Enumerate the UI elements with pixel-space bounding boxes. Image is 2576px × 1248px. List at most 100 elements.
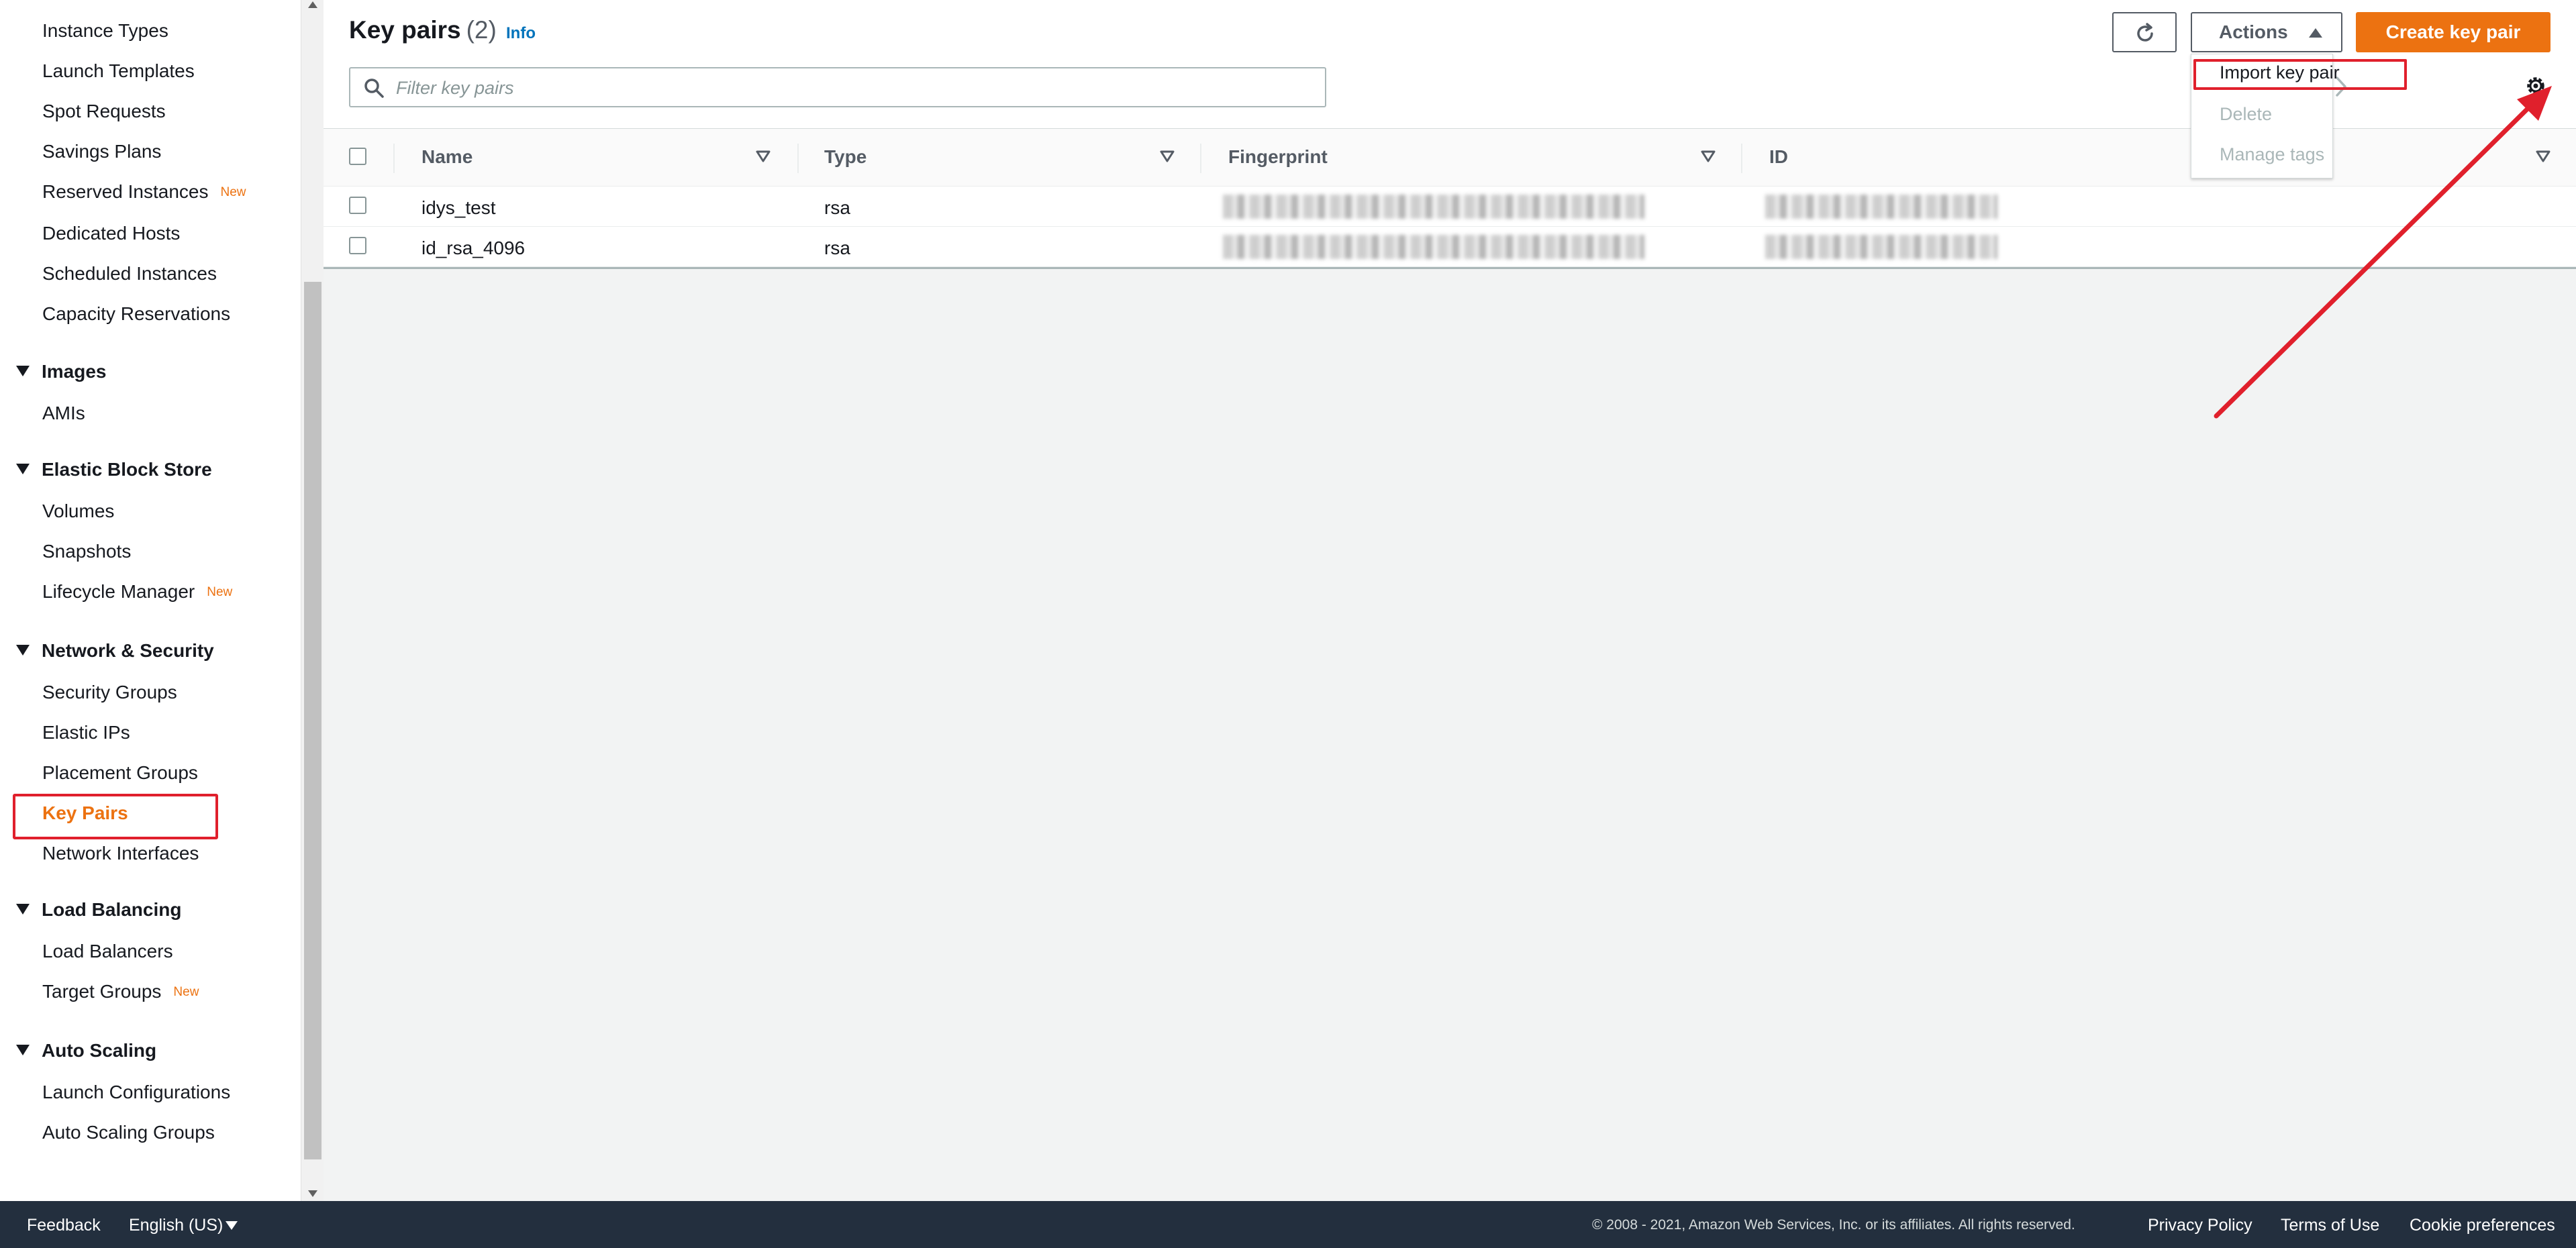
sidebar-item-elastic-ips[interactable]: Elastic IPs <box>42 722 130 743</box>
annotation-arrow-icon <box>2214 86 2552 419</box>
page-title-text: Key pairs <box>349 16 461 44</box>
sidebar-item-label: Snapshots <box>42 541 132 562</box>
sidebar-item-instance-types[interactable]: Instance Types <box>42 20 168 42</box>
column-header-name[interactable]: Name <box>422 146 473 168</box>
sidebar-item-label: Placement Groups <box>42 762 198 783</box>
column-divider[interactable] <box>1741 144 1742 173</box>
row-checkbox[interactable] <box>349 197 366 214</box>
sidebar-item-amis[interactable]: AMIs <box>42 403 85 424</box>
section-title: Auto Scaling <box>42 1040 157 1061</box>
sidebar-item-dedicated-hosts[interactable]: Dedicated Hosts <box>42 223 180 244</box>
sidebar-nav: Instance Types Launch Templates Spot Req… <box>0 0 301 1201</box>
info-link[interactable]: Info <box>506 24 536 43</box>
column-header-fingerprint[interactable]: Fingerprint <box>1228 146 1328 168</box>
caret-up-icon <box>2309 28 2322 38</box>
sidebar-item-security-groups[interactable]: Security Groups <box>42 682 177 703</box>
annotation-highlight-box <box>13 794 218 839</box>
column-header-type[interactable]: Type <box>824 146 866 168</box>
cookie-preferences-link[interactable]: Cookie preferences <box>2410 1216 2555 1235</box>
sidebar-item-placement-groups[interactable]: Placement Groups <box>42 762 198 784</box>
sidebar-item-snapshots[interactable]: Snapshots <box>42 541 131 562</box>
key-pair-name: idys_test <box>422 197 496 218</box>
refresh-button[interactable] <box>2112 12 2177 52</box>
key-pair-name: id_rsa_4096 <box>422 238 526 258</box>
sidebar-section-elastic-block-store[interactable]: Elastic Block Store <box>16 459 212 480</box>
create-key-pair-button[interactable]: Create key pair <box>2356 12 2550 52</box>
feedback-link[interactable]: Feedback <box>27 1216 101 1235</box>
filter-field[interactable] <box>349 67 1326 107</box>
sidebar-section-load-balancing[interactable]: Load Balancing <box>16 899 181 921</box>
filter-input[interactable] <box>396 75 1309 101</box>
sidebar-item-auto-scaling-groups[interactable]: Auto Scaling Groups <box>42 1122 215 1143</box>
main-content: Key pairs(2) Info Actions Create key pai… <box>324 0 2576 1201</box>
new-badge: New <box>173 985 199 999</box>
sidebar-item-label: AMIs <box>42 403 85 423</box>
sidebar-item-savings-plans[interactable]: Savings Plans <box>42 141 161 162</box>
sidebar-item-target-groups[interactable]: Target Groups New <box>42 981 199 1002</box>
sort-icon[interactable] <box>756 150 771 162</box>
redacted-id <box>1765 235 1997 259</box>
footer-bar: Feedback English (US) © 2008 - 2021, Ama… <box>0 1201 2576 1248</box>
column-header-id[interactable]: ID <box>1769 146 1788 168</box>
sidebar-section-network-security[interactable]: Network & Security <box>16 640 214 662</box>
sidebar-item-launch-templates[interactable]: Launch Templates <box>42 60 195 82</box>
actions-button[interactable]: Actions <box>2191 12 2342 52</box>
actions-label: Actions <box>2219 21 2288 42</box>
new-badge: New <box>220 185 246 199</box>
key-pair-type: rsa <box>824 197 850 218</box>
sidebar-item-label: Volumes <box>42 501 115 521</box>
section-title: Elastic Block Store <box>42 459 212 480</box>
sidebar-item-launch-configurations[interactable]: Launch Configurations <box>42 1082 230 1103</box>
scroll-up-arrow-icon[interactable] <box>308 1 317 8</box>
caret-down-icon <box>16 1045 30 1055</box>
sidebar-item-label: Auto Scaling Groups <box>42 1122 215 1143</box>
key-pair-type: rsa <box>824 238 850 258</box>
key-pair-count: (2) <box>466 16 497 44</box>
sidebar-item-capacity-reservations[interactable]: Capacity Reservations <box>42 303 230 325</box>
terms-of-use-link[interactable]: Terms of Use <box>2281 1216 2379 1235</box>
sidebar-item-label: Load Balancers <box>42 941 173 961</box>
sidebar-item-label: Network Interfaces <box>42 843 199 864</box>
copyright-text: © 2008 - 2021, Amazon Web Services, Inc.… <box>1592 1217 2075 1233</box>
sidebar-item-spot-requests[interactable]: Spot Requests <box>42 101 166 122</box>
column-divider <box>393 144 395 173</box>
caret-down-icon[interactable] <box>226 1221 238 1230</box>
redacted-fingerprint <box>1223 195 1644 219</box>
scrollbar-thumb[interactable] <box>304 282 321 1159</box>
scroll-down-arrow-icon[interactable] <box>308 1190 317 1197</box>
select-all-checkbox[interactable] <box>349 148 366 165</box>
caret-down-icon <box>16 904 30 915</box>
sidebar-item-label: Scheduled Instances <box>42 263 217 284</box>
section-title: Load Balancing <box>42 899 182 920</box>
sidebar-scrollbar[interactable] <box>301 0 324 1201</box>
sidebar-item-network-interfaces[interactable]: Network Interfaces <box>42 843 199 864</box>
column-divider[interactable] <box>1200 144 1201 173</box>
sort-icon[interactable] <box>1701 150 1716 162</box>
language-selector[interactable]: English (US) <box>129 1216 223 1235</box>
sidebar-item-label: Lifecycle Manager <box>42 581 195 602</box>
sidebar-item-label: Elastic IPs <box>42 722 130 743</box>
search-icon <box>364 79 384 98</box>
sidebar-item-lifecycle-manager[interactable]: Lifecycle Manager New <box>42 581 232 603</box>
section-title: Network & Security <box>42 640 214 661</box>
sidebar-item-label: Security Groups <box>42 682 177 703</box>
sidebar-item-label: Capacity Reservations <box>42 303 231 324</box>
redacted-id <box>1765 195 1997 219</box>
column-divider[interactable] <box>797 144 799 173</box>
sidebar-item-scheduled-instances[interactable]: Scheduled Instances <box>42 263 217 284</box>
privacy-policy-link[interactable]: Privacy Policy <box>2148 1216 2252 1235</box>
caret-down-icon <box>16 645 30 656</box>
row-checkbox[interactable] <box>349 237 366 254</box>
sort-icon[interactable] <box>1160 150 1175 162</box>
page-title: Key pairs (2) <box>349 16 497 44</box>
sidebar-item-label: Spot Requests <box>42 101 166 121</box>
sidebar-item-load-balancers[interactable]: Load Balancers <box>42 941 173 962</box>
redacted-fingerprint <box>1223 235 1644 259</box>
sidebar-item-reserved-instances[interactable]: Reserved Instances New <box>42 181 246 203</box>
sidebar-item-label: Reserved Instances <box>42 181 209 202</box>
sidebar-item-volumes[interactable]: Volumes <box>42 501 114 522</box>
sidebar-section-auto-scaling[interactable]: Auto Scaling <box>16 1040 156 1061</box>
sidebar-item-label: Target Groups <box>42 981 162 1002</box>
sidebar-section-images[interactable]: Images <box>16 361 107 382</box>
caret-down-icon <box>16 464 30 474</box>
